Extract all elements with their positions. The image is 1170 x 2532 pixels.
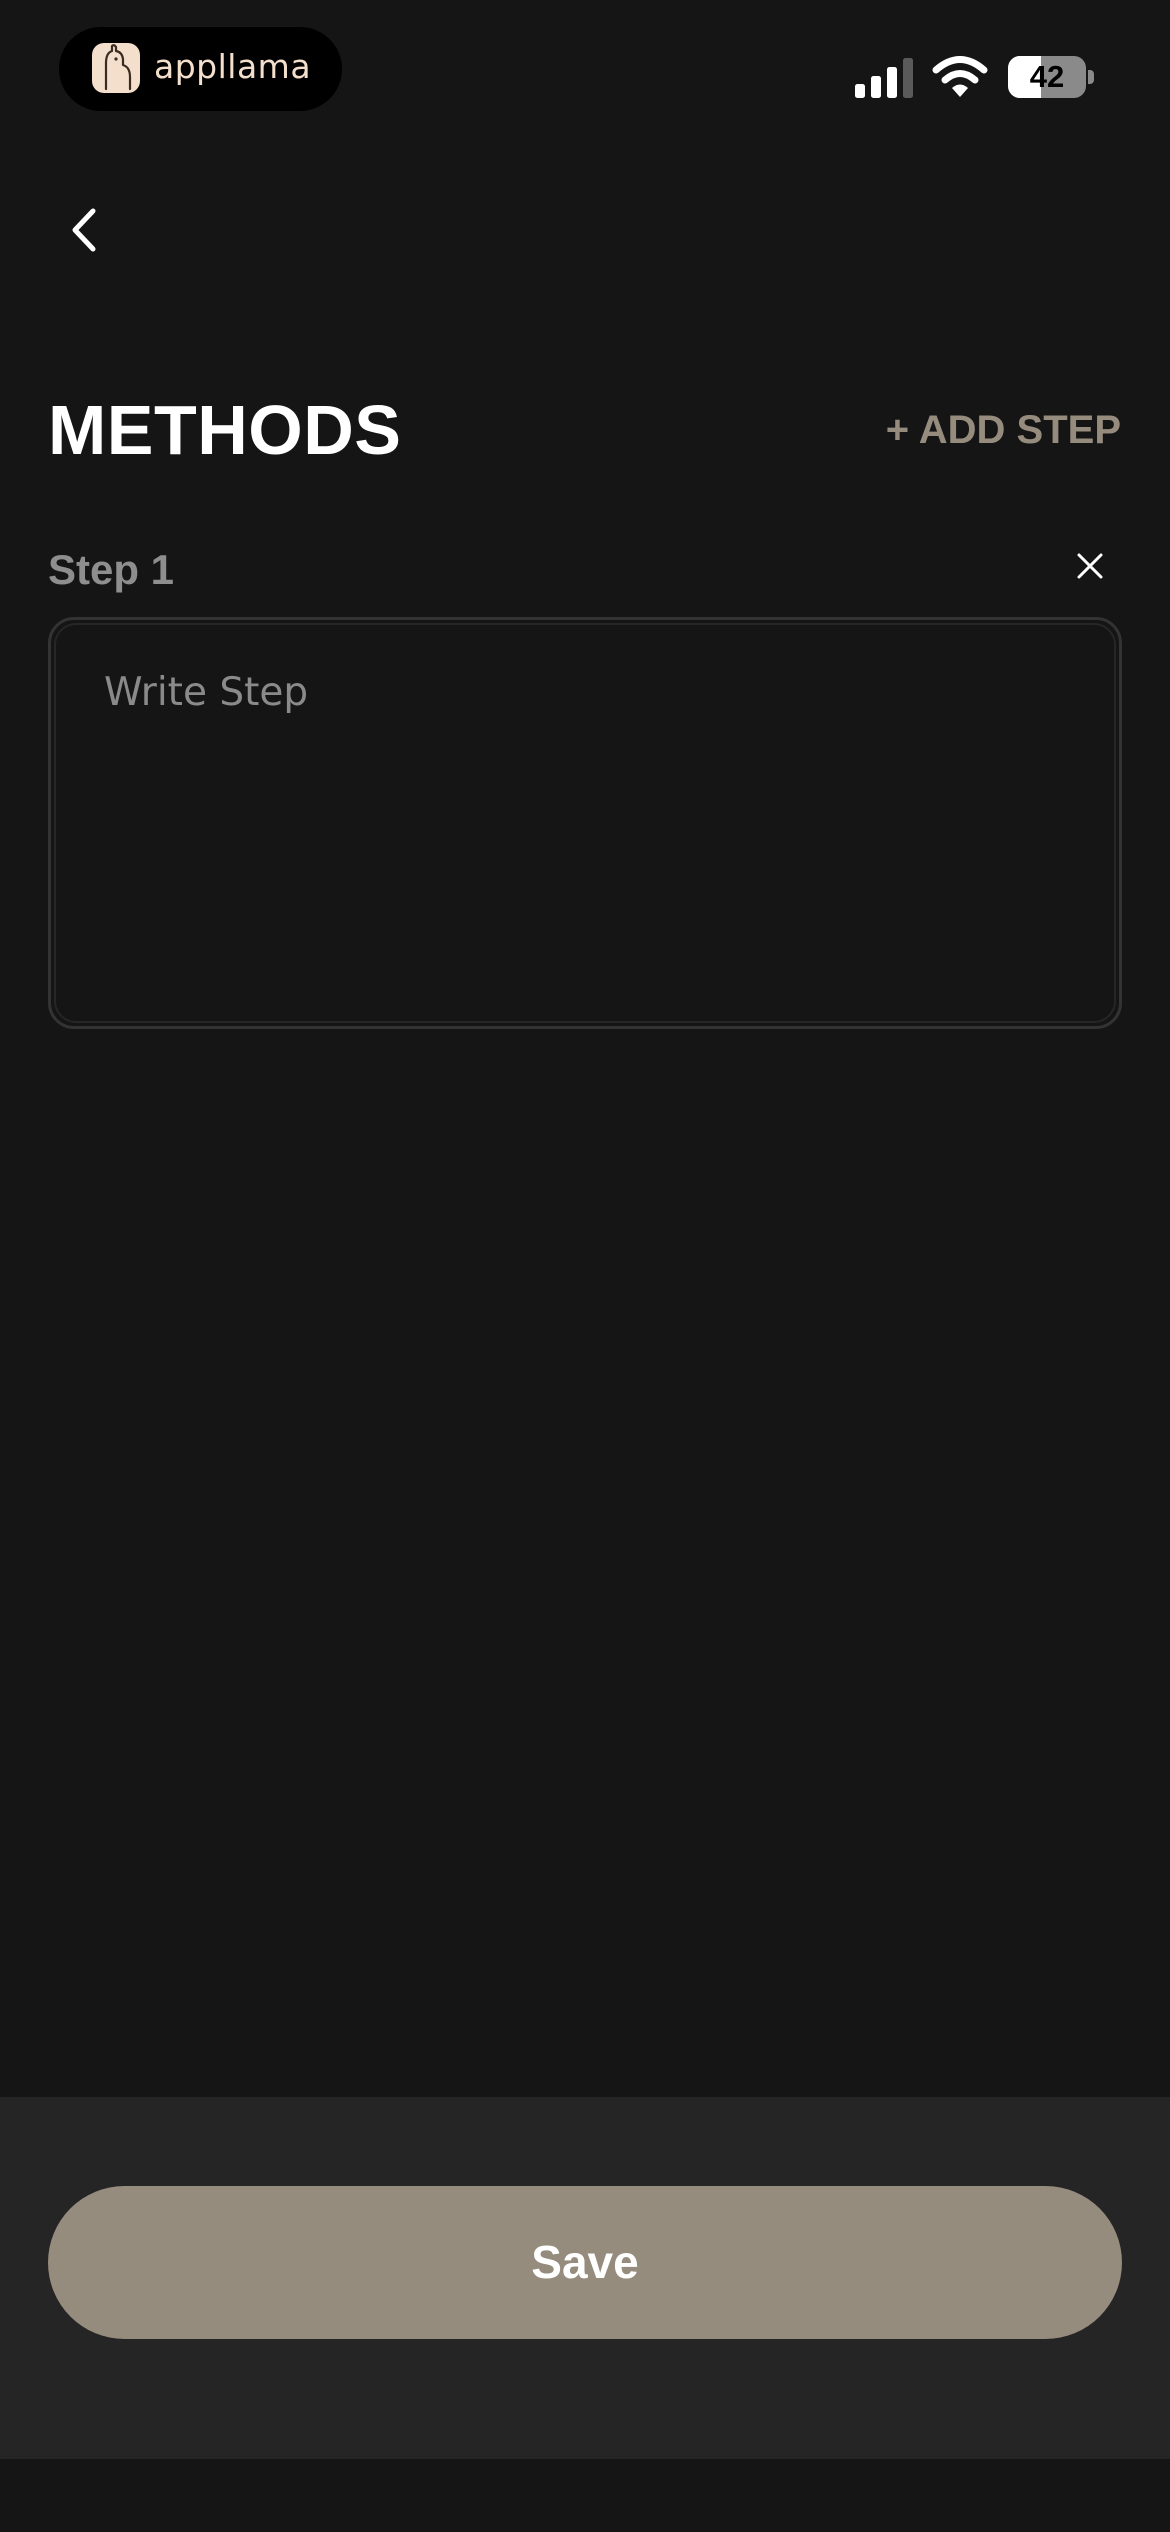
battery-tip xyxy=(1088,70,1094,84)
cellular-signal-icon xyxy=(855,58,913,98)
battery-level: 42 xyxy=(1029,59,1065,94)
step-label: Step 1 xyxy=(48,546,175,593)
step-input-box xyxy=(48,617,1122,1029)
remove-step-button[interactable] xyxy=(1070,546,1110,586)
back-button[interactable] xyxy=(55,195,115,265)
step-input[interactable] xyxy=(51,620,1119,1026)
wifi-icon xyxy=(932,56,988,97)
bottom-action-bar: Save xyxy=(0,2097,1170,2459)
battery-icon: 42 xyxy=(1008,56,1094,98)
page-title: METHODS xyxy=(48,391,402,469)
llama-logo-icon xyxy=(92,43,140,93)
chevron-left-icon xyxy=(72,208,96,252)
close-icon xyxy=(1077,553,1103,579)
app-name: appllama xyxy=(154,47,312,86)
add-step-button[interactable]: + ADD STEP xyxy=(886,404,1121,456)
save-button[interactable]: Save xyxy=(48,2186,1122,2339)
status-bar: appllama 42 xyxy=(0,0,1170,150)
battery-body: 42 xyxy=(1008,56,1086,98)
app-indicator-pill: appllama xyxy=(59,27,342,111)
home-indicator-area xyxy=(0,2459,1170,2532)
